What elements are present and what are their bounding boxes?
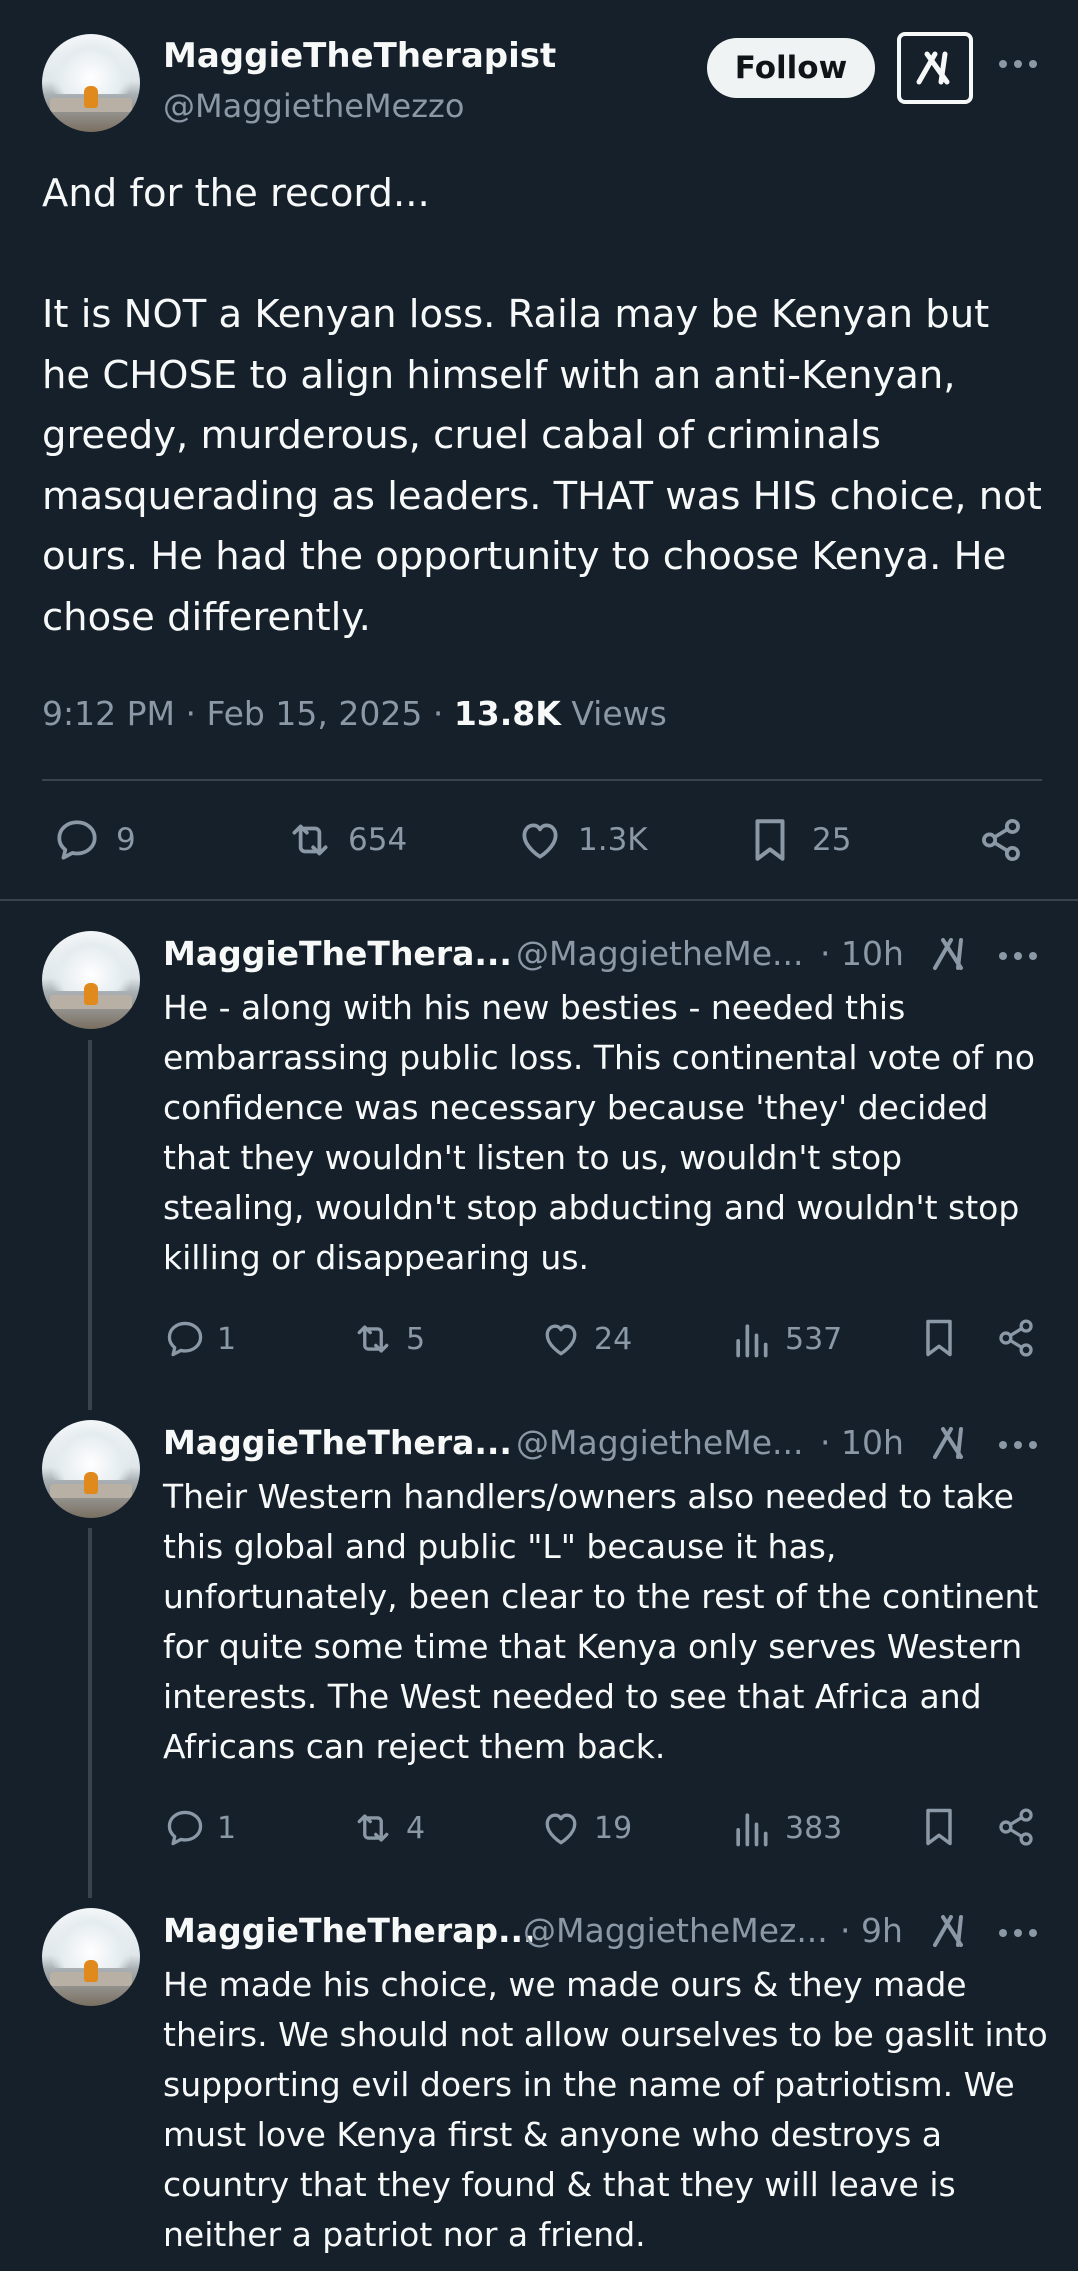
follow-button[interactable]: Follow [707, 38, 875, 98]
avatar[interactable] [42, 931, 140, 1029]
bookmark-icon [748, 815, 792, 865]
divider [42, 779, 1042, 781]
repost-count: 4 [406, 1810, 426, 1846]
repost-icon [350, 1806, 396, 1850]
repost-icon [350, 1317, 396, 1361]
tweet-time[interactable]: 9:12 PM [42, 694, 175, 733]
reply-count: 9 [116, 822, 136, 858]
reply-icon [163, 1317, 207, 1361]
views-label: Views [571, 694, 667, 733]
share-icon[interactable] [994, 1316, 1038, 1360]
views-action[interactable]: 383 [731, 1805, 842, 1851]
reply-icon [52, 815, 102, 865]
repost-count: 654 [348, 822, 408, 858]
views-icon [731, 1317, 771, 1361]
avatar[interactable] [42, 1420, 140, 1518]
heart-icon [538, 1317, 584, 1361]
reply-icon [163, 1806, 207, 1850]
views-count: 537 [785, 1321, 843, 1357]
author-handle[interactable]: @MaggietheMe... [516, 1421, 803, 1465]
reply-text: He - along with his new besties - needed… [163, 988, 1046, 1277]
avatar[interactable] [42, 34, 140, 132]
section-divider [0, 899, 1078, 901]
author-handle[interactable]: @MaggietheMe... [516, 932, 803, 976]
reply-time[interactable]: · 10h [820, 932, 904, 976]
bookmark-icon[interactable] [920, 1316, 958, 1360]
avatar[interactable] [42, 1908, 140, 2006]
reply-action[interactable]: 1 [163, 1316, 236, 1362]
bookmark-action[interactable]: 25 [748, 812, 851, 868]
repost-icon [284, 815, 336, 865]
thread-line [88, 1040, 92, 1410]
share-icon[interactable] [994, 1805, 1038, 1849]
like-action[interactable]: 19 [538, 1805, 632, 1851]
reply-count: 1 [217, 1321, 237, 1357]
reply-count: 1 [217, 1810, 237, 1846]
more-icon[interactable] [998, 1927, 1038, 1939]
author-handle[interactable]: @MaggietheMez... [523, 1909, 828, 1953]
repost-count: 5 [406, 1321, 426, 1357]
views-icon [731, 1806, 771, 1850]
heart-icon [514, 815, 566, 865]
views-action[interactable]: 537 [731, 1316, 842, 1362]
more-icon[interactable] [998, 950, 1038, 962]
author-handle[interactable]: @MaggietheMezzo [163, 85, 464, 127]
grok-icon[interactable] [929, 932, 973, 976]
repost-action[interactable]: 5 [350, 1316, 425, 1362]
like-count: 24 [594, 1321, 633, 1357]
reply-time[interactable]: · 9h [840, 1909, 903, 1953]
more-icon[interactable] [998, 1439, 1038, 1451]
views-count: 13.8K [453, 694, 561, 733]
repost-action[interactable]: 654 [284, 812, 407, 868]
views-count: 383 [785, 1810, 843, 1846]
like-action[interactable]: 1.3K [514, 812, 648, 868]
reply-action[interactable]: 1 [163, 1805, 236, 1851]
author-name[interactable]: MaggieTheThera... [163, 1421, 512, 1465]
reply-time[interactable]: · 10h [820, 1421, 904, 1465]
more-icon[interactable] [998, 58, 1038, 70]
grok-icon[interactable] [929, 1909, 973, 1953]
like-count: 19 [594, 1810, 633, 1846]
tweet-text: And for the record... It is NOT a Kenyan… [42, 171, 1042, 640]
tweet-meta: 9:12 PM · Feb 15, 2025 · 13.8K Views [42, 694, 667, 733]
author-name[interactable]: MaggieTheTherap... [163, 1909, 536, 1953]
bookmark-icon[interactable] [920, 1805, 958, 1849]
like-action[interactable]: 24 [538, 1316, 632, 1362]
share-icon[interactable] [976, 815, 1026, 865]
heart-icon [538, 1806, 584, 1850]
repost-action[interactable]: 4 [350, 1805, 425, 1851]
author-name[interactable]: MaggieTheTherapist [163, 34, 556, 78]
thread-line [88, 1528, 92, 1898]
reply-action[interactable]: 9 [52, 812, 136, 868]
like-count: 1.3K [578, 822, 648, 858]
tweet-date[interactable]: Feb 15, 2025 [206, 694, 422, 733]
bookmark-count: 25 [812, 822, 852, 858]
grok-icon[interactable] [897, 32, 973, 104]
reply-text: He made his choice, we made ours & they … [163, 1965, 1059, 2254]
reply-text: Their Western handlers/owners also neede… [163, 1477, 1049, 1766]
author-name[interactable]: MaggieTheThera... [163, 932, 512, 976]
grok-icon[interactable] [929, 1421, 973, 1465]
